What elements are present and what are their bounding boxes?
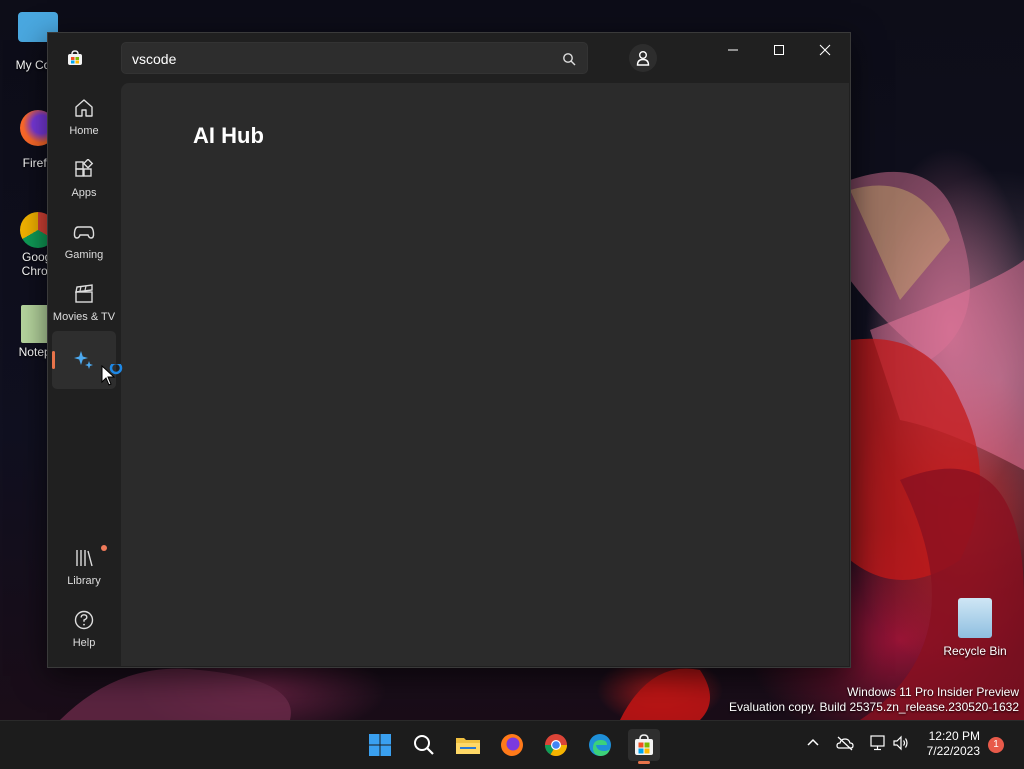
nav-item-gaming[interactable]: Gaming [52, 213, 116, 271]
home-icon [75, 99, 93, 117]
gamepad-icon [73, 226, 95, 239]
taskbar-search-button[interactable] [408, 729, 440, 761]
nav-item-library[interactable]: Library [52, 539, 116, 597]
store-logo-icon [68, 50, 82, 65]
taskbar: 12:20 PM 7/22/2023 1 [0, 720, 1024, 769]
taskbar-edge[interactable] [584, 729, 616, 761]
store-icon [635, 734, 653, 755]
apps-icon [75, 159, 94, 177]
close-button[interactable] [802, 33, 848, 67]
clock-time: 12:20 PM [928, 729, 980, 743]
nav-label: Help [72, 637, 96, 649]
desktop-icon-label: Recycle Bin [943, 644, 1007, 658]
active-indicator [52, 351, 55, 369]
clock-date: 7/22/2023 [926, 744, 980, 758]
nav-item-apps[interactable]: Apps [52, 151, 116, 209]
account-button[interactable] [629, 44, 657, 72]
taskbar-firefox[interactable] [496, 729, 528, 761]
nav-label: Gaming [64, 249, 104, 261]
maximize-icon [774, 45, 784, 55]
taskbar-microsoft-store[interactable] [628, 729, 660, 764]
folder-icon [456, 738, 480, 754]
clapperboard-icon [75, 284, 93, 303]
minimize-icon [728, 49, 738, 51]
running-indicator [638, 761, 650, 764]
search-icon [414, 735, 434, 755]
title-bar: vscode [48, 33, 850, 83]
chevron-up-icon[interactable] [806, 735, 820, 749]
clock[interactable]: 12:20 PM 7/22/2023 [927, 729, 980, 759]
library-icon [76, 550, 93, 567]
sparkle-icon [74, 351, 93, 369]
nav-item-home[interactable]: Home [52, 89, 116, 147]
nav-label: Home [69, 125, 99, 137]
page-title: AI Hub [193, 123, 264, 148]
watermark-line: Windows 11 Pro Insider Preview [847, 685, 1019, 699]
close-icon [819, 44, 831, 56]
edge-icon [589, 734, 611, 756]
windows-start-icon [369, 734, 391, 756]
microsoft-store-window: vscode Home Apps Gaming Movies & TV Libr… [47, 32, 851, 668]
nav-item-movies-tv[interactable]: Movies & TV [52, 275, 116, 333]
search-input[interactable]: vscode [132, 51, 176, 67]
help-icon [74, 610, 94, 630]
nav-label: Apps [71, 187, 97, 199]
mouse-cursor-busy-icon [101, 364, 123, 386]
search-icon[interactable] [562, 52, 576, 66]
taskbar-file-explorer[interactable] [452, 729, 484, 761]
nav-label: Library [67, 575, 101, 587]
start-button[interactable] [364, 729, 396, 761]
notification-badge[interactable]: 1 [988, 737, 1004, 753]
user-icon [636, 51, 650, 66]
main-content: AI Hub [121, 83, 849, 666]
os-watermark: Windows 11 Pro Insider Preview Evaluatio… [729, 685, 1019, 715]
library-notification-dot [101, 545, 107, 551]
desktop-icon-recycle-bin[interactable]: Recycle Bin [942, 598, 1008, 658]
search-box[interactable]: vscode [121, 42, 588, 74]
chrome-icon [545, 734, 567, 756]
taskbar-chrome[interactable] [540, 729, 572, 761]
minimize-button[interactable] [710, 33, 756, 67]
volume-icon[interactable] [892, 735, 910, 751]
nav-label: Movies & TV [52, 311, 116, 323]
nav-item-help[interactable]: Help [52, 601, 116, 659]
network-icon[interactable] [868, 735, 886, 751]
recycle-bin-icon [958, 598, 992, 638]
maximize-button[interactable] [756, 33, 802, 67]
watermark-line: Evaluation copy. Build 25375.zn_release.… [729, 700, 1019, 714]
onedrive-icon[interactable] [836, 735, 854, 751]
firefox-icon [501, 734, 523, 756]
